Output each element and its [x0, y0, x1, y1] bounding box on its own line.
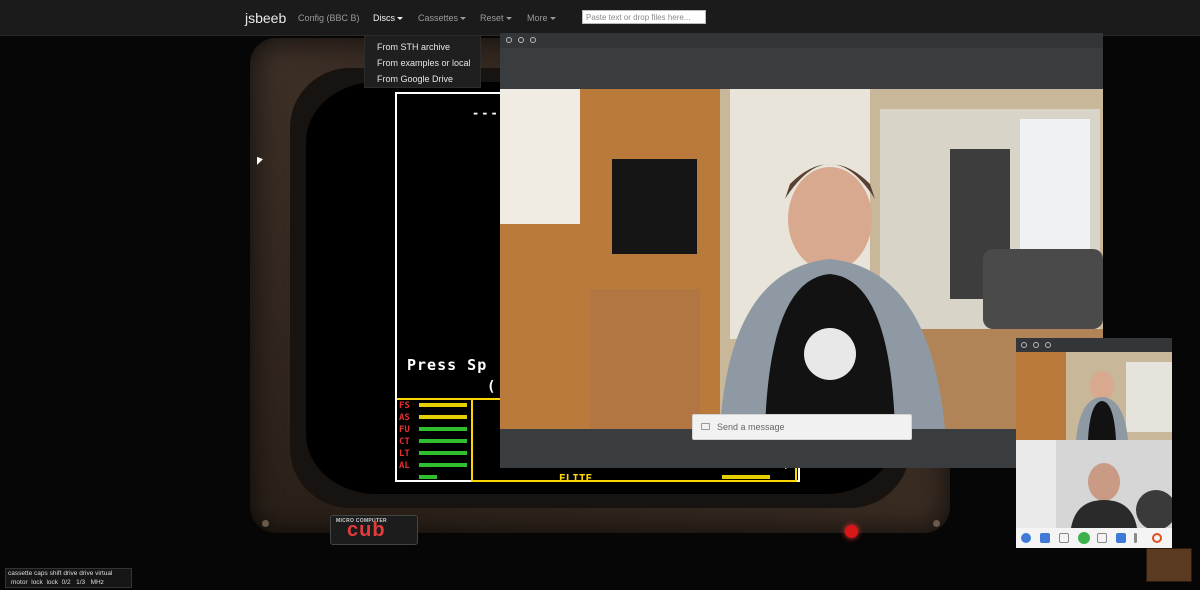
power-led-icon [845, 525, 858, 538]
gauge-bar [419, 427, 467, 431]
pip-feed-image [1016, 440, 1172, 528]
video-call-window: Send a message [500, 33, 1103, 468]
caret-down-icon [460, 17, 467, 21]
dash-label: AS [399, 413, 410, 423]
emulator-status-bar: cassette caps shift drive drive virtual … [5, 568, 132, 588]
chat-bubble-icon [701, 423, 710, 430]
mouse-cursor-icon [257, 156, 263, 168]
screw [933, 520, 940, 527]
status-row-top: cassette caps shift drive drive virtual [8, 570, 113, 577]
video-header-bar [500, 48, 1103, 89]
window-minimize-icon[interactable] [1033, 342, 1039, 348]
gauge-bar [419, 451, 467, 455]
call-icon[interactable] [1078, 532, 1090, 544]
pip-feed-top [1016, 352, 1172, 440]
gauge-bar [419, 415, 467, 419]
app-brand[interactable]: jsbeeb [245, 10, 286, 26]
more-icon[interactable] [1116, 533, 1126, 543]
menu-dots-icon[interactable] [1134, 533, 1137, 543]
dash-label: CT [399, 437, 410, 447]
gauge-bar [419, 403, 467, 407]
pip-feed-bottom [1016, 440, 1172, 528]
nav-cassettes[interactable]: Cassettes [418, 13, 467, 23]
leave-icon[interactable] [1152, 533, 1162, 543]
caret-down-icon [549, 17, 556, 21]
menu-item-examples-local[interactable]: From examples or local [377, 58, 471, 68]
window-close-icon[interactable] [506, 37, 512, 43]
dash-label: AL [399, 461, 410, 471]
caret-down-icon [505, 17, 512, 21]
window-minimize-icon[interactable] [518, 37, 524, 43]
game-paren-text: ( [487, 379, 496, 395]
game-press-text: Press Sp [407, 356, 488, 374]
discs-dropdown-menu: From STH archive From examples or local … [364, 35, 481, 88]
gauge-bar [419, 439, 467, 443]
paste-input[interactable] [582, 10, 706, 24]
nav-reset[interactable]: Reset [480, 13, 512, 23]
corner-logo-icon [1146, 548, 1192, 582]
nav-more[interactable]: More [527, 13, 556, 23]
window-maximize-icon[interactable] [530, 37, 536, 43]
screen-share-icon[interactable] [1059, 533, 1069, 543]
cub-logo: MICRO COMPUTER cub [330, 515, 418, 545]
nav-config[interactable]: Config (BBC B) [298, 13, 360, 23]
video-feed [500, 89, 1103, 429]
window-maximize-icon[interactable] [1045, 342, 1051, 348]
gauge-bar [419, 463, 467, 467]
game-top-dashes: --- [472, 106, 500, 120]
menu-item-sth-archive[interactable]: From STH archive [377, 42, 450, 52]
camera-icon[interactable] [1040, 533, 1050, 543]
elite-logo-text: ELITE [559, 472, 593, 485]
pip-video-window [1016, 338, 1172, 548]
gauge-bar [419, 475, 437, 479]
screw [262, 520, 269, 527]
pip-titlebar[interactable] [1016, 338, 1172, 352]
status-row-bottom: motor lock lock 0/2 1/3 MHz [11, 579, 104, 586]
dash-label: FU [399, 425, 410, 435]
pip-feed-image [1016, 352, 1172, 440]
send-message-input[interactable]: Send a message [692, 414, 912, 440]
call-controls [1016, 528, 1172, 548]
video-feed-image [500, 89, 1103, 429]
nav-discs[interactable]: Discs [373, 13, 403, 23]
chat-icon[interactable] [1097, 533, 1107, 543]
mic-icon[interactable] [1021, 533, 1031, 543]
menu-item-google-drive[interactable]: From Google Drive [377, 74, 453, 84]
navbar: jsbeeb Config (BBC B) Discs Cassettes Re… [0, 0, 1200, 36]
gauge-bar [722, 475, 770, 479]
caret-down-icon [397, 17, 403, 21]
window-titlebar[interactable] [500, 33, 1103, 48]
dash-label: LT [399, 449, 410, 459]
window-close-icon[interactable] [1021, 342, 1027, 348]
dash-label: FS [399, 401, 410, 411]
